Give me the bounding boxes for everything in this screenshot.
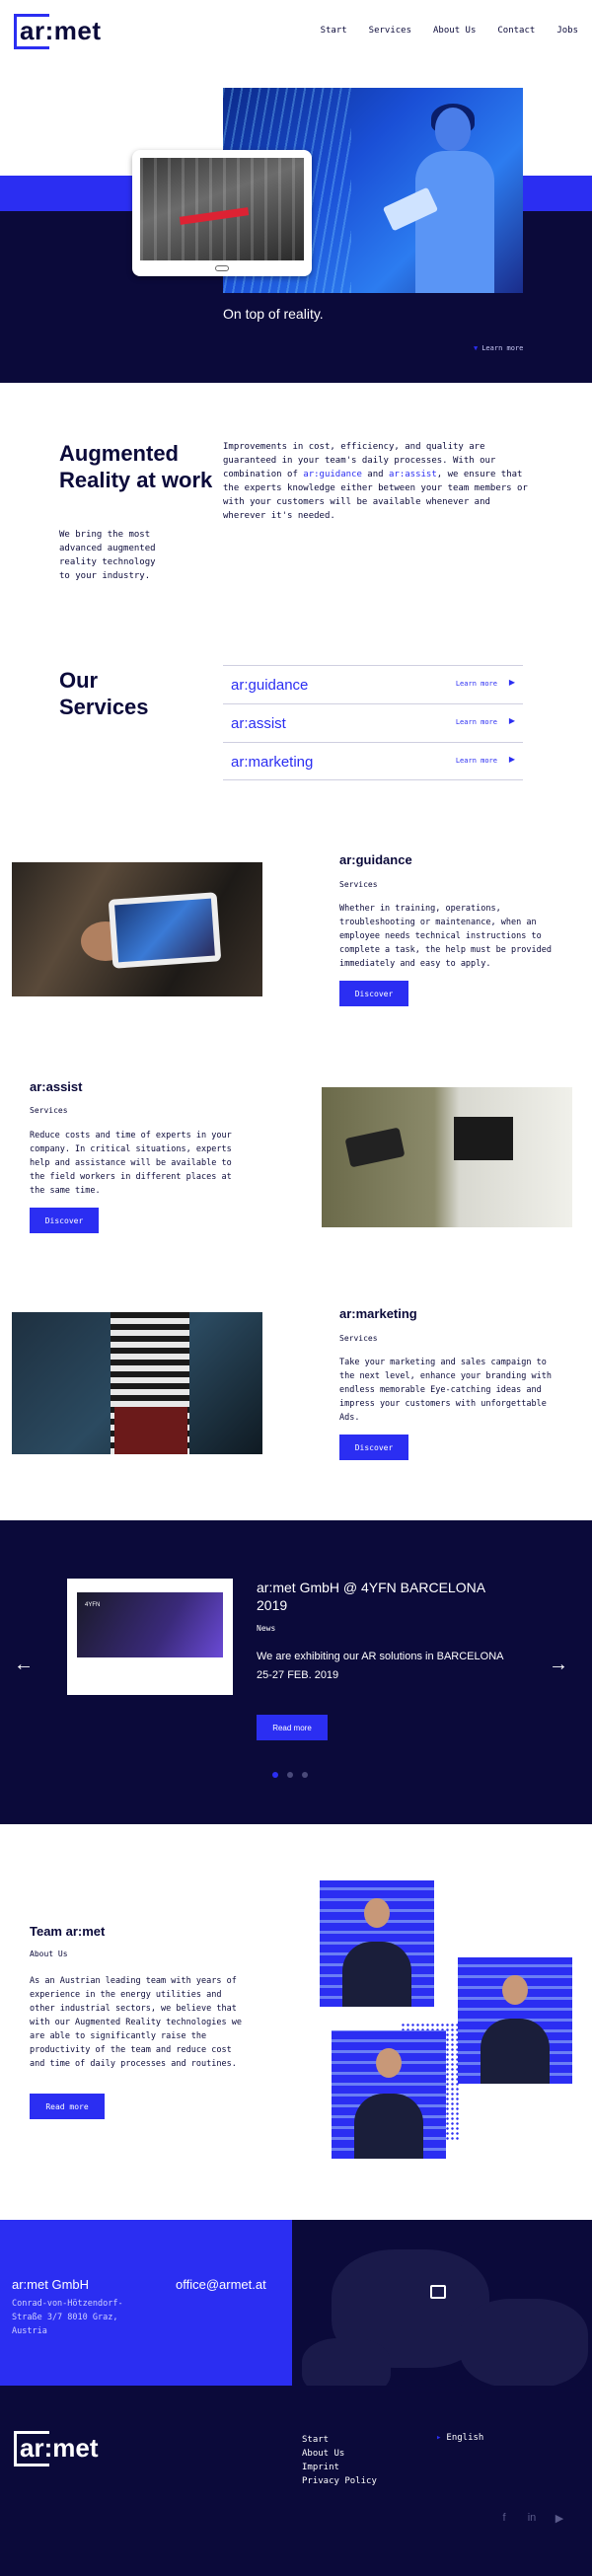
footer-logo[interactable]: ar:met [14,2431,103,2466]
page: ar:met Start Services About Us Contact J… [0,0,592,2576]
hero-tablet-image [132,150,312,276]
carousel-dot[interactable] [287,1772,293,1778]
chevron-down-icon: ▼ [474,344,479,352]
team-text: As an Austrian leading team with years o… [30,1976,242,2069]
intro-title: Augmented Reality at work [59,441,213,492]
news-image: 4YFN [67,1579,233,1695]
linkedin-icon[interactable]: in [525,2511,539,2525]
link-guidance[interactable]: ar:guidance [303,470,362,479]
service-row-guidance[interactable]: ar:guidance Learn more ▶ [223,665,523,703]
language-label: English [446,2433,484,2443]
logo-text: ar:met [20,16,102,45]
service-name: ar:guidance [231,677,309,694]
carousel-dots [272,1772,308,1778]
marketing-image [12,1312,262,1454]
team-title: Team ar:met [30,1924,106,1939]
facebook-icon[interactable]: f [497,2511,511,2525]
contact-email-link[interactable]: office@armet.at [176,2277,266,2292]
guidance-subtitle: Services [339,880,378,889]
hero-tagline: On top of reality. [223,306,324,322]
intro-text: Improvements in cost, efficiency, and qu… [223,442,528,521]
hero-person [382,104,504,293]
team-subtitle: About Us [30,1950,68,1958]
news-subtitle: News [257,1624,276,1633]
news-title: ar:met GmbH @ 4YFN BARCELONA 2019 [257,1580,485,1613]
nav-start[interactable]: Start [321,26,347,36]
logo[interactable]: ar:met [14,14,103,49]
service-learn-more[interactable]: Learn more [456,718,497,726]
assist-title: ar:assist [30,1079,83,1094]
news-card-label: 4YFN [85,1602,101,1608]
marketing-title: ar:marketing [339,1306,417,1321]
service-learn-more[interactable]: Learn more [456,680,497,688]
marketing-discover-button[interactable]: Discover [339,1435,408,1460]
carousel-dot[interactable] [272,1772,278,1778]
service-row-marketing[interactable]: ar:marketing Learn more ▶ [223,742,523,780]
map [292,2220,592,2386]
guidance-image [12,862,262,996]
news-read-more-button[interactable]: Read more [257,1715,328,1740]
contact-address: Conrad-von-Hötzendorf-Straße 3/7 8010 Gr… [12,2299,123,2336]
carousel-dot[interactable] [302,1772,308,1778]
play-arrow-icon: ▶ [508,755,515,764]
footer-link-start[interactable]: Start [302,2433,377,2447]
footer-links: Start About Us Imprint Privacy Policy [302,2433,377,2488]
assist-subtitle: Services [30,1106,68,1115]
team-portrait [332,2030,446,2159]
nav-contact[interactable]: Contact [497,26,535,36]
footer-link-imprint[interactable]: Imprint [302,2461,377,2474]
assist-text: Reduce costs and time of experts in your… [30,1131,232,1196]
nav-about-us[interactable]: About Us [433,26,476,36]
assist-image [322,1087,572,1227]
footer-link-privacy-policy[interactable]: Privacy Policy [302,2474,377,2488]
services-list: ar:guidance Learn more ▶ ar:assist Learn… [223,665,523,780]
footer-link-about-us[interactable]: About Us [302,2447,377,2461]
chevron-right-icon: ▸ [436,2433,442,2443]
link-assist[interactable]: ar:assist [389,470,437,479]
contact-company: ar:met GmbH [12,2277,90,2292]
play-arrow-icon: ▶ [508,678,515,687]
intro-subtitle: We bring the most advanced augmented rea… [59,530,156,581]
nav-services[interactable]: Services [369,26,411,36]
marketing-text: Take your marketing and sales campaign t… [339,1358,552,1423]
site-header: ar:met Start Services About Us Contact J… [0,0,592,63]
services-title: Our Services [59,668,149,719]
service-name: ar:marketing [231,754,314,771]
site-footer [0,2386,592,2576]
assist-discover-button[interactable]: Discover [30,1208,99,1233]
youtube-icon[interactable]: ▶ [553,2511,566,2525]
guidance-title: ar:guidance [339,852,412,867]
service-row-assist[interactable]: ar:assist Learn more ▶ [223,703,523,742]
play-arrow-icon: ▶ [508,716,515,725]
team-portrait [458,1957,572,2084]
nav-jobs[interactable]: Jobs [556,26,578,36]
main-nav: Start Services About Us Contact Jobs [321,26,578,36]
location-pin-icon [430,2285,446,2299]
hero-learn-more-link[interactable]: ▼ Learn more [474,344,523,352]
team-read-more-button[interactable]: Read more [30,2094,105,2119]
marketing-subtitle: Services [339,1334,378,1343]
hero-learn-more-label: Learn more [481,344,524,352]
news-text: We are exhibiting our AR solutions in BA… [257,1651,503,1681]
guidance-discover-button[interactable]: Discover [339,981,408,1006]
arrow-left-icon[interactable]: ← [14,1654,34,1676]
footer-logo-text: ar:met [20,2433,99,2463]
team-portrait [320,1880,434,2007]
language-selector[interactable]: ▸ English [436,2433,483,2443]
arrow-right-icon[interactable]: → [549,1654,568,1676]
service-name: ar:assist [231,715,286,732]
service-learn-more[interactable]: Learn more [456,757,497,765]
guidance-text: Whether in training, operations, trouble… [339,904,552,969]
